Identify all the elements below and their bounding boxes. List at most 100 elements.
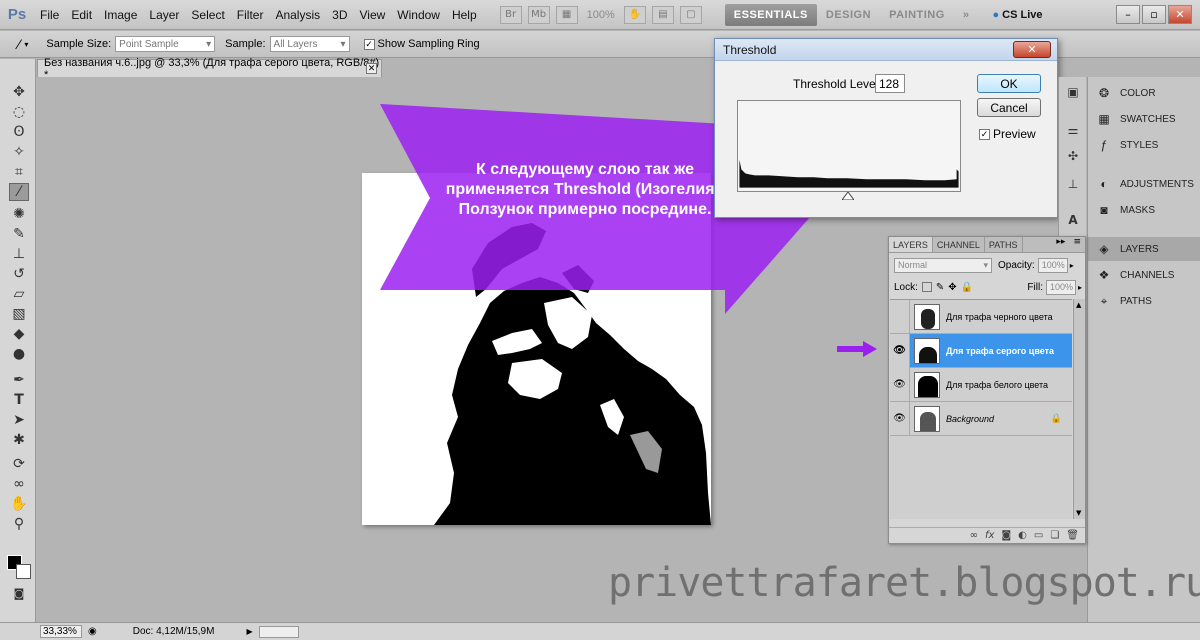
3d-rotate-tool-icon[interactable]: ⟳ <box>9 455 29 473</box>
pen-tool-icon[interactable]: ✒ <box>9 371 29 389</box>
lock-position-icon[interactable]: ✥ <box>948 282 956 293</box>
history-brush-tool-icon[interactable]: ↺ <box>9 265 29 283</box>
maximize-button[interactable]: ▫ <box>1142 5 1166 24</box>
preview-checkbox[interactable]: ✓ <box>979 128 990 140</box>
menu-3d[interactable]: 3D <box>326 8 353 22</box>
workspace-design[interactable]: DESIGN <box>817 9 880 21</box>
opacity-slider-icon[interactable]: ▸ <box>1070 261 1074 270</box>
new-layer-icon[interactable]: ❏ <box>1050 530 1059 541</box>
add-mask-icon[interactable]: ◙ <box>1001 530 1011 541</box>
panel-menu-icon[interactable]: ≡ <box>1069 237 1085 252</box>
menu-layer[interactable]: Layer <box>143 8 185 22</box>
link-layers-icon[interactable]: ∞ <box>970 530 978 541</box>
scroll-down-icon[interactable]: ▼ <box>1076 509 1081 517</box>
status-info-icon[interactable]: ◉ <box>88 626 97 637</box>
menu-view[interactable]: View <box>353 8 391 22</box>
eye-icon[interactable]: 👁 <box>890 401 910 436</box>
view-extras-icon[interactable]: ▦ <box>555 5 578 24</box>
ok-button[interactable]: OK <box>977 74 1041 93</box>
shape-tool-icon[interactable]: ✱ <box>9 431 29 449</box>
menu-select[interactable]: Select <box>185 8 230 22</box>
menu-help[interactable]: Help <box>446 8 483 22</box>
lock-transparent-icon[interactable] <box>921 282 932 292</box>
gradient-tool-icon[interactable]: ▧ <box>9 305 29 323</box>
threshold-level-input[interactable]: 128 <box>875 74 905 93</box>
document-tab[interactable]: Без названия ч.6..jpg @ 33,3% (Для трафа… <box>37 57 382 81</box>
fill-input[interactable]: 100% <box>1045 279 1076 295</box>
channels-panel-button[interactable]: ❖ CHANNELS <box>1088 263 1200 287</box>
lock-image-icon[interactable]: ✎ <box>936 282 944 293</box>
type-tool-icon[interactable]: T <box>9 391 29 409</box>
cs-live-menu[interactable]: ● CS Live <box>986 9 1048 21</box>
menu-filter[interactable]: Filter <box>231 8 270 22</box>
fill-slider-icon[interactable]: ▸ <box>1078 283 1082 292</box>
tab-paths[interactable]: PATHS <box>985 237 1023 252</box>
blur-tool-icon[interactable]: ◆ <box>9 325 29 343</box>
tab-layers[interactable]: LAYERS <box>889 237 933 252</box>
zoom-tool-icon[interactable]: ⚲ <box>9 515 29 533</box>
dialog-close-button[interactable]: ✕ <box>1013 41 1051 58</box>
magic-wand-tool-icon[interactable]: ✧ <box>9 143 29 161</box>
character-icon[interactable]: A <box>1063 211 1083 229</box>
screen-mode-icon[interactable]: ▢ <box>679 5 702 24</box>
styles-panel-button[interactable]: ƒ STYLES <box>1088 133 1200 157</box>
eye-icon[interactable]: 👁 <box>890 367 910 402</box>
blend-mode-select[interactable]: Normal ▾ <box>894 257 992 273</box>
layer-row[interactable]: Для трафа черного цвета <box>890 299 1072 334</box>
paths-panel-button[interactable]: ⌖ PATHS <box>1088 289 1200 313</box>
arrange-documents-icon[interactable]: ▤ <box>651 5 674 24</box>
path-selection-tool-icon[interactable]: ➤ <box>9 411 29 429</box>
cancel-button[interactable]: Cancel <box>977 98 1041 117</box>
mini-bridge-icon[interactable]: ▣ <box>1063 83 1083 101</box>
healing-brush-tool-icon[interactable]: ✺ <box>9 205 29 223</box>
fx-icon[interactable]: fx <box>985 530 994 541</box>
menu-window[interactable]: Window <box>391 8 446 22</box>
tab-channels[interactable]: CHANNEL <box>933 237 985 252</box>
dodge-tool-icon[interactable]: ● <box>9 345 29 363</box>
hand-tool-icon[interactable]: ✋ <box>9 495 29 513</box>
status-menu-icon[interactable]: ▶ <box>246 627 252 636</box>
workspace-essentials[interactable]: ESSENTIALS <box>724 3 817 26</box>
zoom-level-menu[interactable]: 100% <box>581 9 621 21</box>
swatches-panel-button[interactable]: ▦ SWATCHES <box>1088 107 1200 131</box>
layer-row[interactable]: 👁 Для трафа белого цвета <box>890 367 1072 402</box>
visibility-toggle[interactable] <box>890 299 910 334</box>
brush-presets-icon[interactable]: ⚌ <box>1063 121 1083 139</box>
show-sampling-ring-checkbox[interactable]: ✓ <box>363 38 375 50</box>
adjustments-panel-button[interactable]: ◐ ADJUSTMENTS <box>1088 172 1200 196</box>
eraser-tool-icon[interactable]: ▱ <box>9 285 29 303</box>
trash-icon[interactable]: 🗑 <box>1066 530 1079 541</box>
sample-select[interactable]: All Layers ▾ <box>269 36 350 52</box>
adjustment-layer-icon[interactable]: ◐ <box>1018 530 1027 541</box>
preview-option[interactable]: ✓ Preview <box>979 127 1036 141</box>
lasso-tool-icon[interactable]: ʘ <box>9 123 29 141</box>
dialog-titlebar[interactable]: Threshold <box>715 39 1057 61</box>
lock-all-icon[interactable]: 🔒 <box>961 282 973 293</box>
horizontal-scrollbar[interactable] <box>258 625 299 638</box>
menu-file[interactable]: File <box>34 8 65 22</box>
eyedropper-preset-icon[interactable]: ⁄ <box>18 36 20 52</box>
move-tool-icon[interactable]: ✥ <box>9 83 29 101</box>
layer-row[interactable]: 👁 Background 🔒 <box>890 401 1072 436</box>
masks-panel-button[interactable]: ◙ MASKS <box>1088 198 1200 222</box>
minimize-button[interactable]: – <box>1116 5 1140 24</box>
sample-size-select[interactable]: Point Sample ▾ <box>115 36 216 52</box>
clone-source-icon[interactable]: ⊥ <box>1063 175 1083 193</box>
layers-panel-button[interactable]: ◈ LAYERS <box>1088 237 1200 261</box>
menu-image[interactable]: Image <box>98 8 143 22</box>
eyedropper-tool-icon[interactable]: ⁄ <box>9 183 29 201</box>
close-window-button[interactable]: ✕ <box>1168 5 1192 24</box>
threshold-histogram[interactable] <box>737 100 961 192</box>
hand-tool-icon[interactable]: ✋ <box>623 5 646 24</box>
close-document-icon[interactable]: ✕ <box>366 63 377 74</box>
brush-tool-icon[interactable]: ✎ <box>9 225 29 243</box>
mini-bridge-button[interactable]: Mb <box>527 5 550 24</box>
layer-row[interactable]: 👁 Для трафа серого цвета <box>890 333 1072 368</box>
workspace-painting[interactable]: PAINTING <box>880 9 954 21</box>
menu-analysis[interactable]: Analysis <box>269 8 326 22</box>
brush-icon[interactable]: ✣ <box>1063 147 1083 165</box>
zoom-field[interactable]: 33,33% <box>40 625 82 638</box>
bridge-button[interactable]: Br <box>499 5 522 24</box>
collapse-panel-icon[interactable]: ▸▸ <box>1052 237 1069 252</box>
eye-icon[interactable]: 👁 <box>890 333 910 368</box>
